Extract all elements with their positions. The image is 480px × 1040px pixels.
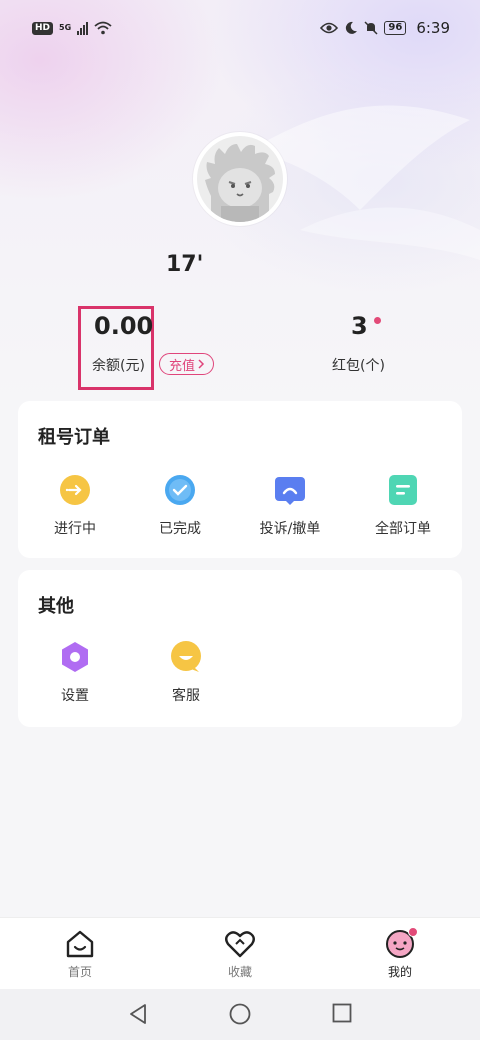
other-card: 其他 设置 客服 [18, 570, 462, 727]
redpack-notification-dot [374, 317, 381, 324]
wifi-icon [94, 21, 112, 35]
tab-favorites[interactable]: 收藏 [160, 918, 320, 989]
moon-icon [346, 21, 358, 34]
all-orders-icon [386, 473, 420, 507]
signal-icon [77, 21, 89, 35]
tab-profile[interactable]: 我的 [320, 918, 480, 989]
balance-label: 余额(元) [92, 358, 145, 374]
hedgehog-avatar-icon [197, 136, 283, 222]
tab-label: 我的 [387, 965, 412, 979]
redpack-value[interactable]: 3 [351, 312, 368, 340]
recharge-label: 充值 [169, 358, 196, 374]
hd-badge: HD [32, 21, 54, 35]
battery-indicator: 96 [384, 21, 407, 35]
check-icon [163, 473, 197, 507]
redpack-label: 红包(个) [332, 358, 385, 374]
complaint-icon [273, 473, 307, 507]
profile-notification-dot [408, 927, 418, 937]
recharge-button[interactable]: 充值 [159, 353, 215, 375]
order-completed[interactable]: 已完成 [130, 473, 230, 538]
network-label: 5G [59, 23, 72, 32]
chevron-right-icon [198, 359, 205, 369]
grid-label: 已完成 [159, 521, 201, 537]
home-icon [66, 930, 94, 958]
mute-bell-icon [364, 21, 378, 35]
status-bar: HD 5G 96 6:39 [0, 0, 480, 56]
tab-label: 首页 [67, 965, 92, 979]
system-nav-bar [0, 989, 480, 1040]
order-complaint[interactable]: 投诉/撤单 [240, 473, 340, 538]
grid-label: 投诉/撤单 [259, 521, 321, 537]
customer-service-icon [169, 640, 203, 674]
grid-label: 设置 [61, 688, 89, 704]
home-circle-icon[interactable] [229, 1003, 251, 1025]
orders-card: 租号订单 进行中 已完成 投诉/撤单 全部订单 [18, 401, 462, 558]
settings-item[interactable]: 设置 [25, 640, 125, 705]
orders-title: 租号订单 [38, 427, 110, 448]
clock: 6:39 [416, 19, 450, 37]
tab-label: 收藏 [227, 965, 252, 979]
grid-label: 客服 [172, 688, 200, 704]
balance-value[interactable]: 0.00 [94, 312, 153, 340]
back-icon[interactable] [128, 1003, 148, 1025]
grid-label: 全部订单 [375, 521, 431, 537]
customer-service-item[interactable]: 客服 [136, 640, 236, 705]
heart-icon [225, 931, 255, 958]
tab-home[interactable]: 首页 [0, 918, 160, 989]
other-title: 其他 [38, 596, 74, 617]
grid-label: 进行中 [54, 521, 96, 537]
username: 17' [166, 252, 204, 277]
bottom-tab-bar: 首页 收藏 我的 [0, 917, 480, 989]
order-all[interactable]: 全部订单 [353, 473, 453, 538]
settings-icon [58, 640, 92, 674]
eye-icon [320, 22, 339, 34]
in-progress-icon [58, 473, 92, 507]
avatar[interactable] [193, 132, 287, 226]
recents-icon[interactable] [332, 1003, 352, 1023]
order-in-progress[interactable]: 进行中 [25, 473, 125, 538]
